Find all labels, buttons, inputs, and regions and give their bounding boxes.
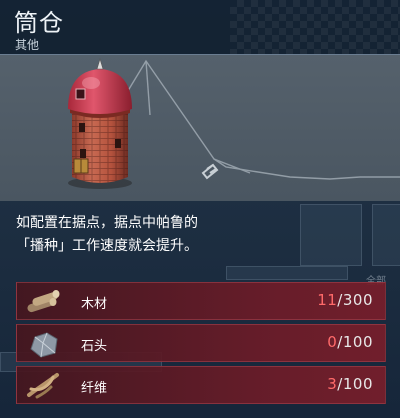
material-need: 300 <box>342 291 373 309</box>
material-name: 木材 <box>81 297 108 312</box>
silo-illustration <box>68 57 400 189</box>
item-category: 其他 <box>15 38 40 52</box>
material-have: 0 <box>327 333 338 351</box>
description-line-1: 如配置在据点，据点中帕鲁的 <box>16 215 198 231</box>
material-row-stone: 石头 0/100 <box>16 324 386 362</box>
material-have: 3 <box>327 375 338 393</box>
item-title: 筒仓 <box>14 9 64 37</box>
material-count: 3/100 <box>327 375 373 393</box>
material-need: 100 <box>342 375 373 393</box>
material-need: 100 <box>342 333 373 351</box>
material-row-wood: 木材 11/300 <box>16 282 386 320</box>
item-detail-panel: 筒仓 其他 如配置在据点，据点中帕鲁的 「播种」工作速度就会提升。 木材 11/… <box>0 0 400 418</box>
material-have: 11 <box>317 291 338 309</box>
fiber-icon <box>27 373 59 399</box>
background-slot <box>300 204 362 266</box>
material-row-fiber: 纤维 3/100 <box>16 366 386 404</box>
description-line-2: 「播种」工作速度就会提升。 <box>16 238 198 254</box>
item-preview <box>0 55 400 201</box>
item-description: 如配置在据点，据点中帕鲁的 「播种」工作速度就会提升。 <box>16 212 296 258</box>
header-pattern <box>230 0 400 54</box>
material-count: 11/300 <box>317 291 373 309</box>
background-bar <box>226 266 348 280</box>
material-name: 纤维 <box>81 381 108 396</box>
material-name: 石头 <box>81 339 108 354</box>
material-count: 0/100 <box>327 333 373 351</box>
wood-icon <box>27 290 60 313</box>
background-slot <box>372 204 400 266</box>
item-header: 筒仓 其他 <box>0 0 400 55</box>
stone-icon <box>30 332 58 358</box>
